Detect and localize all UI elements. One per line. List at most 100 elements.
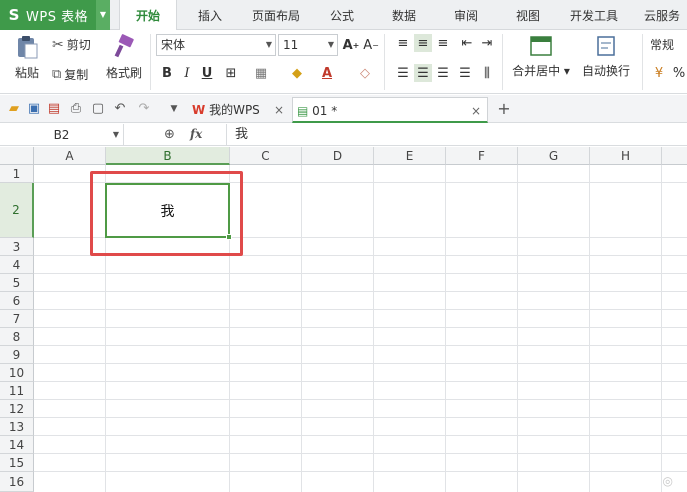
chevron-down-icon: ▼ [112, 130, 119, 139]
row-header-8[interactable]: 8 [0, 328, 34, 346]
tab-page-layout[interactable]: 页面布局 [244, 0, 308, 30]
row-header-7[interactable]: 7 [0, 310, 34, 328]
tab-developer[interactable]: 开发工具 [564, 0, 624, 30]
borders-icon[interactable]: ⊞ [222, 64, 240, 82]
justify-icon[interactable]: ☰ [456, 64, 474, 82]
chevron-down-icon[interactable]: ▼ [96, 0, 110, 30]
align-right-icon[interactable]: ☰ [434, 64, 452, 82]
row-header-9[interactable]: 9 [0, 346, 34, 364]
column-header-a[interactable]: A [34, 147, 106, 165]
decrease-indent-icon[interactable]: ⇤ [458, 34, 476, 52]
merge-center-button[interactable]: 合并居中 ▾ [510, 34, 572, 90]
bold-icon[interactable]: B [158, 64, 176, 82]
chevron-down-icon[interactable]: ▼ [166, 101, 182, 117]
row-header-3[interactable]: 3 [0, 238, 34, 256]
row-header-6[interactable]: 6 [0, 292, 34, 310]
row-header-13[interactable]: 13 [0, 418, 34, 436]
grid-line [517, 165, 518, 492]
name-box[interactable]: B2 ▼ [0, 124, 124, 146]
tab-cloud[interactable]: 云服务 [636, 0, 687, 30]
align-center-icon[interactable]: ☰ [414, 64, 432, 82]
clear-format-icon[interactable]: ◇ [356, 64, 374, 82]
grid-line [34, 399, 687, 400]
paste-button[interactable]: 粘贴 [8, 34, 46, 90]
folder-icon[interactable]: ▰ [6, 101, 22, 117]
tab-home[interactable]: 开始 [119, 0, 177, 31]
fill-color-icon[interactable]: ◆ [288, 64, 306, 82]
row-header-10[interactable]: 10 [0, 364, 34, 382]
row-header-5[interactable]: 5 [0, 274, 34, 292]
tab-formulas[interactable]: 公式 [318, 0, 366, 30]
print-icon[interactable]: ⎙ [68, 101, 84, 117]
distributed-icon[interactable]: ⫼ [478, 64, 496, 82]
row-header-14[interactable]: 14 [0, 436, 34, 454]
column-header-g[interactable]: G [518, 147, 590, 165]
print-preview-icon[interactable]: ▢ [90, 101, 106, 117]
row-header-4[interactable]: 4 [0, 256, 34, 274]
column-header-c[interactable]: C [230, 147, 302, 165]
redo-icon[interactable]: ↷ [136, 101, 152, 117]
row-header-12[interactable]: 12 [0, 400, 34, 418]
grid-line [34, 435, 687, 436]
increase-indent-icon[interactable]: ⇥ [478, 34, 496, 52]
grid-line [445, 165, 446, 492]
column-header-h[interactable]: H [590, 147, 662, 165]
font-size-select[interactable]: 11 ▼ [278, 34, 338, 56]
underline-icon[interactable]: U [198, 64, 216, 82]
tab-review[interactable]: 审阅 [442, 0, 490, 30]
format-painter-button[interactable]: 格式刷 [104, 34, 144, 90]
ribbon-separator [150, 34, 151, 90]
column-header-f[interactable]: F [446, 147, 518, 165]
grid-line [34, 327, 687, 328]
app-menu-button[interactable]: S WPS 表格 ▼ [0, 0, 110, 30]
fx-icon[interactable]: fx [190, 127, 202, 141]
tab-my-wps[interactable]: W 我的WPS × [188, 97, 288, 123]
formula-input[interactable]: 我 [226, 124, 687, 146]
grid-line [34, 381, 687, 382]
column-header-e[interactable]: E [374, 147, 446, 165]
new-tab-icon[interactable]: + [496, 101, 512, 117]
decrease-font-icon[interactable]: A − [362, 36, 380, 54]
increase-font-icon[interactable]: A + [342, 36, 360, 54]
column-header-b[interactable]: B [106, 147, 230, 165]
row-header-2[interactable]: 2 [0, 183, 34, 238]
zoom-icon[interactable]: ⊕ [164, 127, 175, 142]
percent-icon[interactable]: % [670, 64, 687, 82]
wrap-text-button[interactable]: 自动换行 [578, 34, 634, 90]
row-header-16[interactable]: 16 [0, 472, 34, 492]
close-icon[interactable]: × [274, 97, 284, 123]
font-color-icon[interactable]: A [318, 64, 336, 82]
column-header-partial[interactable] [662, 147, 687, 165]
tab-view[interactable]: 视图 [504, 0, 552, 30]
tab-document[interactable]: ▤ 01 * × [292, 97, 488, 123]
spreadsheet-file-icon: ▤ [297, 104, 309, 118]
save-icon[interactable]: ▣ [26, 101, 42, 117]
align-bottom-icon[interactable]: ≡ [434, 34, 452, 52]
italic-icon[interactable]: I [178, 64, 196, 82]
row-header-1[interactable]: 1 [0, 165, 34, 183]
font-name-select[interactable]: 宋体 ▼ [156, 34, 276, 56]
row-header-11[interactable]: 11 [0, 382, 34, 400]
align-middle-icon[interactable]: ≡ [414, 34, 432, 52]
tab-insert[interactable]: 插入 [186, 0, 234, 30]
undo-icon[interactable]: ↶ [112, 101, 128, 117]
spreadsheet-grid[interactable]: A B C D E F G H 1 2 3 4 5 6 7 8 9 10 11 … [0, 147, 687, 492]
close-icon[interactable]: × [471, 98, 481, 124]
grid-line [34, 309, 687, 310]
align-left-icon[interactable]: ☰ [394, 64, 412, 82]
number-format-select[interactable]: 常规 [650, 36, 674, 53]
grid-line [34, 291, 687, 292]
grid-line [34, 471, 687, 472]
row-header-15[interactable]: 15 [0, 454, 34, 472]
align-top-icon[interactable]: ≡ [394, 34, 412, 52]
cut-button[interactable]: ✂ 剪切 [52, 36, 91, 53]
format-painter-label: 格式刷 [105, 66, 142, 80]
select-all-corner[interactable] [0, 147, 34, 165]
fill-pattern-icon[interactable]: ▦ [252, 64, 270, 82]
export-pdf-icon[interactable]: ▤ [46, 101, 62, 117]
currency-icon[interactable]: ¥ [650, 64, 668, 82]
wrap-text-icon [597, 36, 615, 56]
tab-data[interactable]: 数据 [380, 0, 428, 30]
copy-button[interactable]: ⧉ 复制 [52, 66, 88, 83]
column-header-d[interactable]: D [302, 147, 374, 165]
